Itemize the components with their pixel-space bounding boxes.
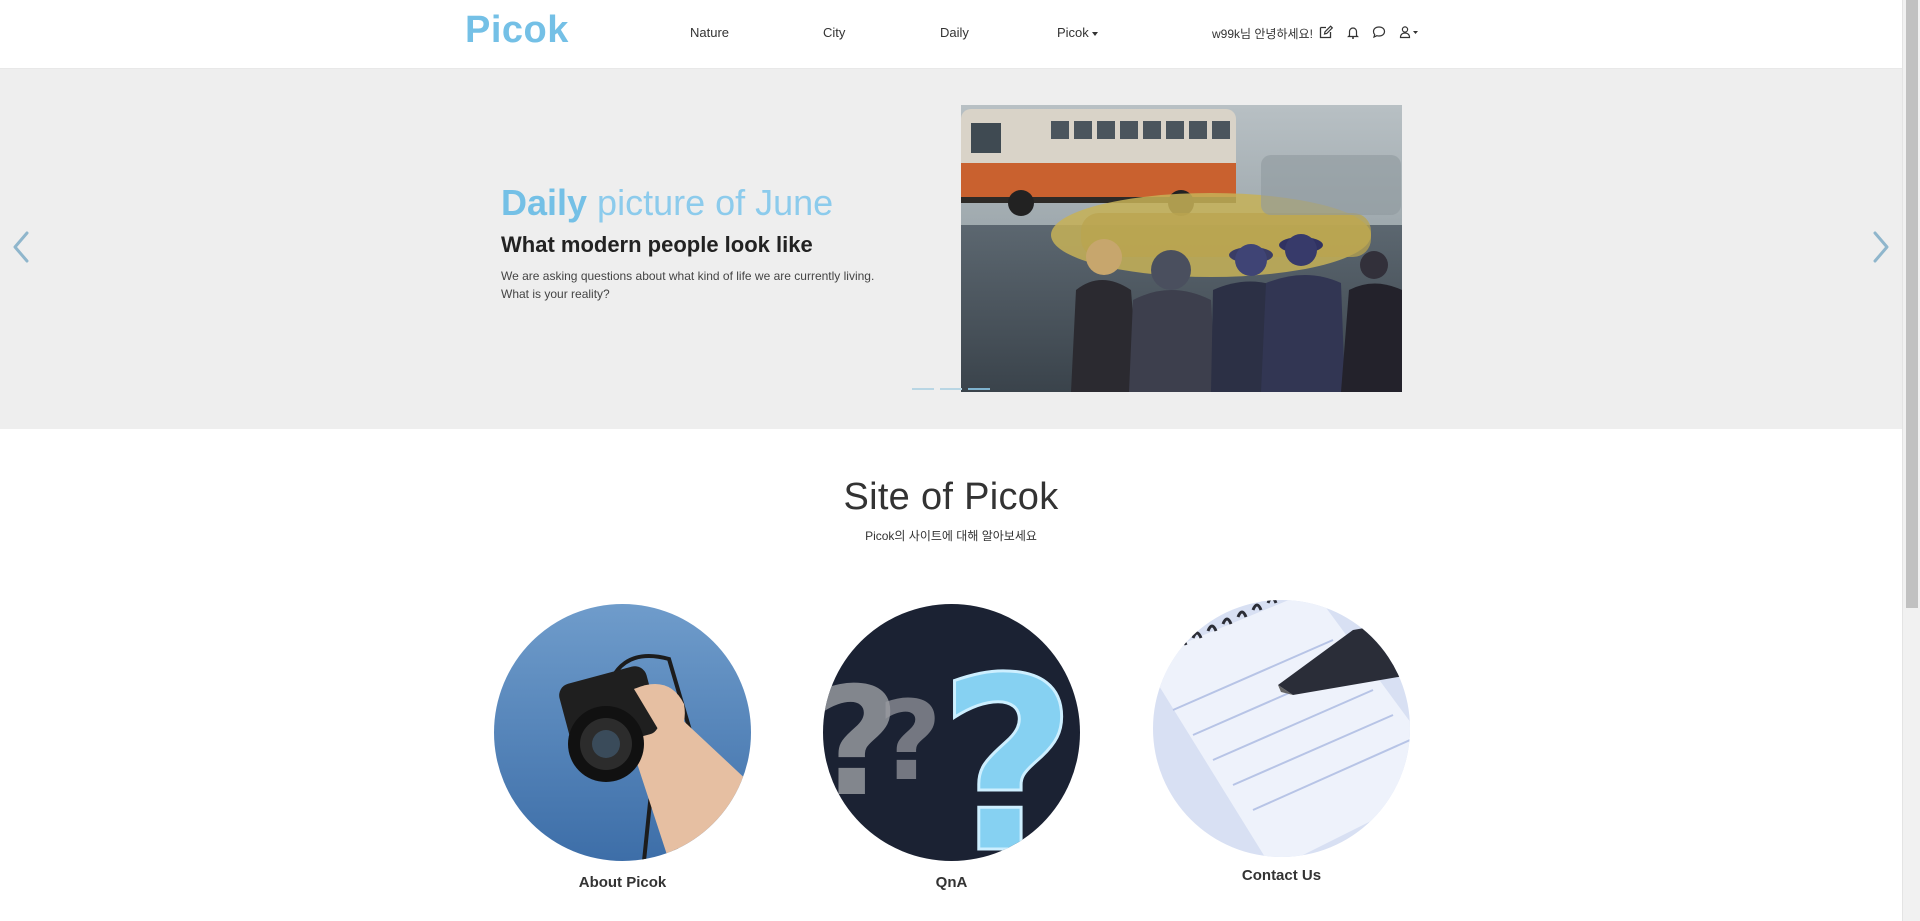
section-subtitle: Picok의 사이트에 대해 알아보세요 (865, 529, 1037, 543)
carousel-indicators (912, 385, 990, 393)
brand-logo[interactable]: Picok (465, 9, 569, 52)
carousel-prev-arrow-icon[interactable] (9, 227, 33, 267)
qna-label[interactable]: QnA (823, 874, 1080, 891)
user-greeting: w99k님 안녕하세요! (1212, 27, 1313, 41)
carousel-indicator-1[interactable] (912, 388, 934, 390)
hero-title: Daily picture of June (501, 182, 833, 224)
hero-subtitle: What modern people look like (501, 232, 813, 257)
user-menu[interactable] (1398, 24, 1424, 40)
nav-link-city[interactable]: City (823, 25, 845, 40)
caret-down-icon (1091, 31, 1098, 36)
svg-text:?: ? (938, 626, 1077, 861)
nav-link-daily[interactable]: Daily (940, 25, 969, 40)
nav-link-nature[interactable]: Nature (690, 25, 729, 40)
scrollbar-thumb[interactable] (1906, 0, 1918, 608)
contact-us-image[interactable] (1153, 600, 1410, 857)
carousel-indicator-3[interactable] (968, 388, 990, 390)
chat-icon[interactable] (1371, 24, 1387, 40)
hero-street-photo (961, 105, 1402, 392)
nav-dropdown-picok[interactable]: Picok (1057, 25, 1098, 40)
hero-carousel: Daily picture of June What modern people… (0, 69, 1902, 429)
edit-icon[interactable] (1318, 24, 1334, 40)
hero-description-line-1: We are asking questions about what kind … (501, 269, 875, 283)
svg-text:?: ? (878, 677, 942, 805)
section-title: Site of Picok (843, 476, 1059, 518)
qna-image[interactable]: ? ? ? (823, 604, 1080, 861)
hero-description-line-2: What is your reality? (501, 287, 610, 301)
navbar: Picok Nature City Daily Picok w99k님 안녕하세… (0, 0, 1902, 69)
about-picok-image[interactable] (494, 604, 751, 861)
nav-dropdown-label: Picok (1057, 25, 1089, 40)
contact-us-label[interactable]: Contact Us (1153, 867, 1410, 884)
bell-icon[interactable] (1345, 24, 1361, 40)
hero-description: We are asking questions about what kind … (501, 267, 901, 303)
carousel-indicator-2[interactable] (940, 388, 962, 390)
about-picok-label[interactable]: About Picok (494, 874, 751, 891)
hero-title-strong: Daily (501, 182, 588, 223)
hero-title-rest: picture of June (587, 182, 834, 223)
page-scrollbar[interactable] (1902, 0, 1920, 921)
carousel-next-arrow-icon[interactable] (1869, 227, 1893, 267)
